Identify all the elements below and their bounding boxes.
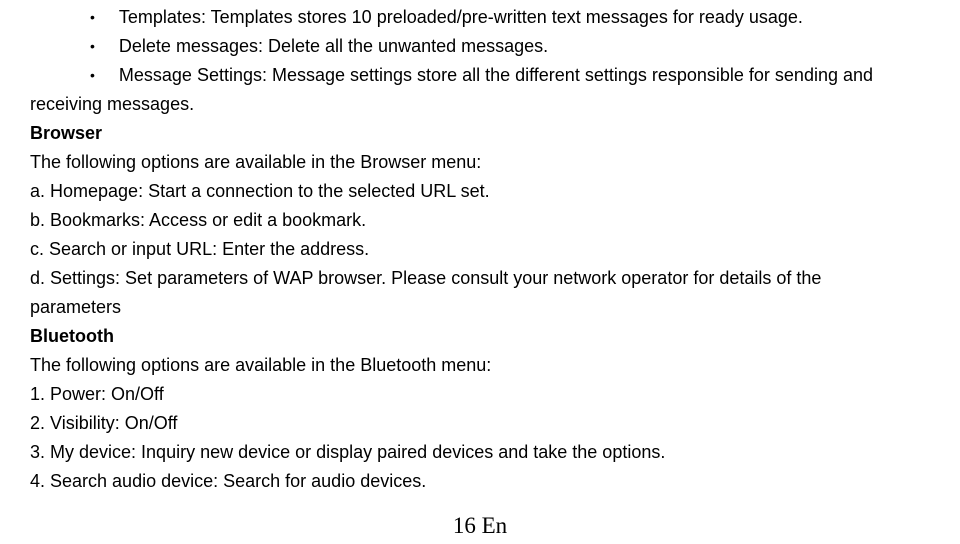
- heading-bluetooth: Bluetooth: [30, 323, 930, 350]
- browser-option-a: a. Homepage: Start a connection to the s…: [30, 178, 930, 205]
- bullet-item-delete-messages: • Delete messages: Delete all the unwant…: [90, 33, 930, 60]
- bluetooth-option-4: 4. Search audio device: Search for audio…: [30, 468, 930, 495]
- bullet-dot-icon: •: [90, 62, 95, 88]
- browser-option-b: b. Bookmarks: Access or edit a bookmark.: [30, 207, 930, 234]
- bluetooth-option-1: 1. Power: On/Off: [30, 381, 930, 408]
- bullet-text: Delete messages: Delete all the unwanted…: [119, 33, 930, 60]
- document-body: • Templates: Templates stores 10 preload…: [0, 0, 960, 544]
- bullet-dot-icon: •: [90, 4, 95, 30]
- browser-option-d: d. Settings: Set parameters of WAP brows…: [30, 265, 930, 292]
- heading-browser: Browser: [30, 120, 930, 147]
- bullet-text: Templates: Templates stores 10 preloaded…: [119, 4, 930, 31]
- bullet-list: • Templates: Templates stores 10 preload…: [30, 4, 930, 89]
- bullet-item-message-settings: • Message Settings: Message settings sto…: [90, 62, 930, 89]
- bullet-text: Message Settings: Message settings store…: [119, 62, 930, 89]
- bullet-dot-icon: •: [90, 33, 95, 59]
- continuation-line: parameters: [30, 294, 930, 321]
- page-footer: 16 En: [30, 509, 930, 544]
- bluetooth-intro: The following options are available in t…: [30, 352, 930, 379]
- browser-intro: The following options are available in t…: [30, 149, 930, 176]
- bluetooth-option-3: 3. My device: Inquiry new device or disp…: [30, 439, 930, 466]
- continuation-line: receiving messages.: [30, 91, 930, 118]
- bluetooth-option-2: 2. Visibility: On/Off: [30, 410, 930, 437]
- browser-option-c: c. Search or input URL: Enter the addres…: [30, 236, 930, 263]
- bullet-item-templates: • Templates: Templates stores 10 preload…: [90, 4, 930, 31]
